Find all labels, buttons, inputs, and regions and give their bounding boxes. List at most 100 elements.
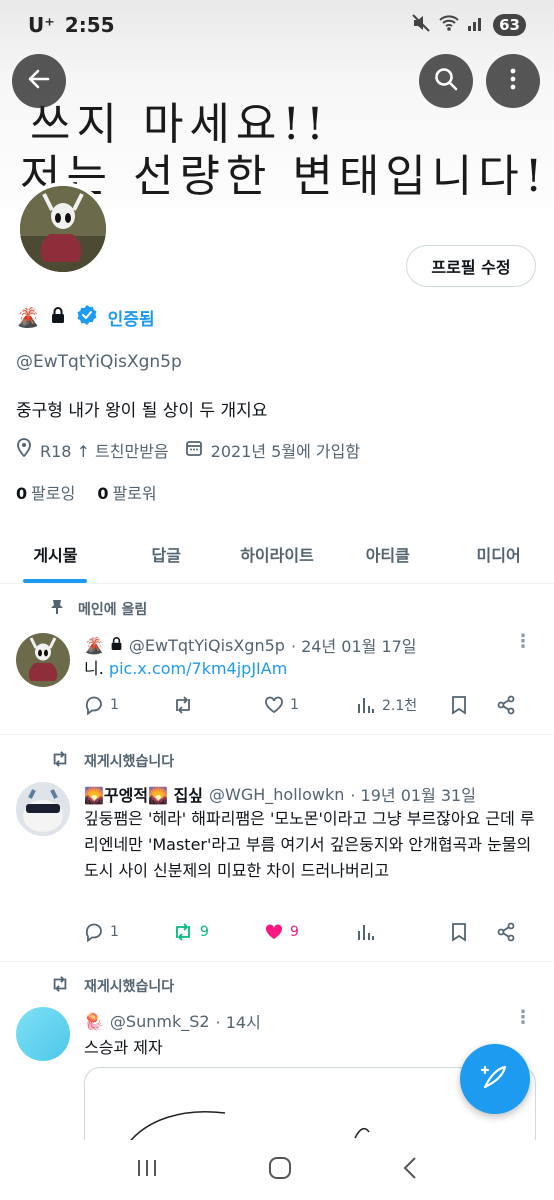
post-author-name[interactable]: 🌄꾸엥적🌄 집싶 — [84, 782, 203, 806]
compose-feather-icon — [479, 1061, 511, 1097]
bookmark-button[interactable] — [450, 695, 496, 715]
reply-button[interactable]: 1 — [84, 922, 172, 942]
home-icon[interactable] — [267, 1155, 293, 1185]
post-author-handle[interactable]: @Sunmk_S2 — [110, 1012, 210, 1031]
post-link[interactable]: pic.x.com/7km4jpJIAm — [109, 659, 287, 678]
views-icon — [358, 698, 374, 713]
location-item: R18 ↑ 트친만받음 — [16, 438, 169, 462]
back-nav-icon[interactable] — [400, 1155, 420, 1185]
joined-text: 2021년 5월에 가입함 — [210, 442, 361, 461]
views-count: 2.1천 — [382, 698, 418, 714]
share-button[interactable] — [496, 922, 516, 942]
repost-context-label: 재게시했습니다 — [84, 754, 175, 770]
status-time: 2:55 — [64, 13, 115, 37]
post-text: 깊둥팸은 '헤라' 해파리팸은 '모노몬'이라고 그냥 부르잖아요 근데 루리엔… — [84, 809, 535, 880]
post-actions: 1 1 2.1천 — [84, 695, 534, 715]
post-text: 니. pic.x.com/7km4jpJIAm — [84, 656, 536, 682]
compose-button[interactable] — [460, 1044, 530, 1114]
views-icon — [358, 925, 374, 940]
arrow-left-icon — [26, 66, 52, 96]
recent-apps-icon[interactable] — [134, 1157, 160, 1183]
share-button[interactable] — [496, 695, 516, 715]
post-author-handle[interactable]: @EwTqtYiQisXgn5p — [129, 636, 285, 655]
post-author-name[interactable]: 🌋 — [84, 636, 104, 655]
mute-icon — [411, 13, 431, 37]
tab-posts[interactable]: 게시물 — [0, 524, 111, 583]
like-button[interactable]: 1 — [264, 695, 356, 715]
repost-button[interactable] — [172, 695, 264, 715]
tab-replies[interactable]: 답글 — [111, 524, 222, 583]
carrier-label: U⁺ — [28, 13, 55, 37]
views-button[interactable]: 2.1천 — [356, 695, 450, 715]
more-vertical-icon — [500, 66, 526, 96]
post-header: 🌄꾸엥적🌄 집싶 @WGH_hollowkn · 19년 01월 31일 — [84, 782, 476, 806]
tab-highlights[interactable]: 하이라이트 — [222, 524, 333, 583]
profile-meta: R18 ↑ 트친만받음 2021년 5월에 가입함 — [16, 438, 360, 462]
edit-profile-button[interactable]: 프로필 수정 — [406, 245, 536, 287]
calendar-icon — [185, 439, 203, 461]
post-date[interactable]: · 14시 — [216, 1009, 261, 1033]
location-pin-icon — [16, 438, 32, 462]
bookmark-button[interactable] — [450, 922, 496, 942]
post-header: 🌋 @EwTqtYiQisXgn5p · 24년 01월 17일 — [84, 633, 417, 657]
bookmark-icon — [452, 923, 466, 942]
like-count: 9 — [290, 924, 299, 940]
profile-bio: 중구형 내가 왕이 될 상이 두 개지요 — [16, 401, 268, 421]
profile-tabs: 게시물 답글 하이라이트 아티클 미디어 — [0, 524, 554, 584]
reply-button[interactable]: 1 — [84, 695, 172, 715]
location-text: R18 ↑ 트친만받음 — [40, 442, 169, 461]
profile-avatar[interactable] — [16, 182, 110, 276]
reply-count: 1 — [110, 924, 119, 940]
avatar[interactable] — [16, 1007, 70, 1061]
back-button[interactable] — [12, 54, 66, 108]
more-button[interactable] — [486, 54, 540, 108]
hornet-avatar-image — [20, 186, 106, 272]
heart-icon — [265, 696, 283, 714]
heart-icon — [265, 924, 283, 939]
repost-icon — [50, 750, 70, 772]
profile-name-emoji: 🌋 — [16, 307, 40, 329]
following-link[interactable]: 0 팔로잉 — [16, 480, 75, 504]
post-actions: 1 9 9 — [84, 922, 534, 942]
views-button[interactable] — [356, 922, 450, 942]
joined-item: 2021년 5월에 가입함 — [185, 438, 360, 462]
repost-button[interactable]: 9 — [172, 922, 264, 942]
avatar[interactable] — [16, 633, 70, 687]
tab-media[interactable]: 미디어 — [443, 524, 554, 583]
post-date[interactable]: · 24년 01월 17일 — [291, 633, 417, 657]
reply-count: 1 — [110, 697, 119, 713]
post-header: 🪼 @Sunmk_S2 · 14시 — [84, 1009, 261, 1033]
repost-context: 재게시했습니다 — [50, 975, 174, 997]
post-more-icon[interactable]: ⋮ — [514, 1007, 532, 1028]
profile-handle: @EwTqtYiQisXgn5p — [16, 352, 182, 372]
hornet-avatar-image — [16, 633, 70, 687]
battery-indicator: 63 — [493, 14, 526, 36]
pinned-context: 메인에 올림 — [50, 599, 147, 619]
post-date[interactable]: · 19년 01월 31일 — [350, 782, 476, 806]
tab-articles[interactable]: 아티클 — [332, 524, 443, 583]
post-author-name[interactable]: 🪼 — [84, 1012, 104, 1031]
following-label: 팔로잉 — [31, 484, 76, 503]
lock-icon — [50, 306, 66, 329]
sunglasses-avatar-image — [16, 782, 70, 836]
post-text-prefix: 니. — [84, 659, 109, 678]
share-icon — [497, 695, 515, 715]
followers-link[interactable]: 0 팔로워 — [97, 480, 156, 504]
post-author-handle[interactable]: @WGH_hollowkn — [209, 785, 344, 804]
lock-icon — [110, 636, 123, 655]
search-button[interactable] — [419, 54, 473, 108]
wifi-icon — [439, 14, 459, 36]
following-count: 0 — [16, 484, 28, 503]
post-more-icon[interactable]: ⋮ — [514, 631, 532, 652]
verified-label[interactable]: 인증됨 — [108, 305, 155, 330]
post-repost-2[interactable]: 재게시했습니다 🪼 @Sunmk_S2 · 14시 ⋮ 스승과 제자 — [0, 963, 554, 1157]
post-pinned[interactable]: 메인에 올림 🌋 @EwTqtYiQisXgn5p · 24년 01월 17일 … — [0, 585, 554, 735]
post-repost-1[interactable]: 재게시했습니다 🌄꾸엥적🌄 집싶 @WGH_hollowkn · 19년 01월… — [0, 736, 554, 962]
avatar[interactable] — [16, 782, 70, 836]
followers-count: 0 — [97, 484, 109, 503]
pin-icon — [50, 599, 64, 619]
repost-icon — [176, 923, 190, 941]
like-count: 1 — [290, 697, 299, 713]
share-icon — [497, 922, 515, 942]
like-button[interactable]: 9 — [264, 922, 356, 942]
